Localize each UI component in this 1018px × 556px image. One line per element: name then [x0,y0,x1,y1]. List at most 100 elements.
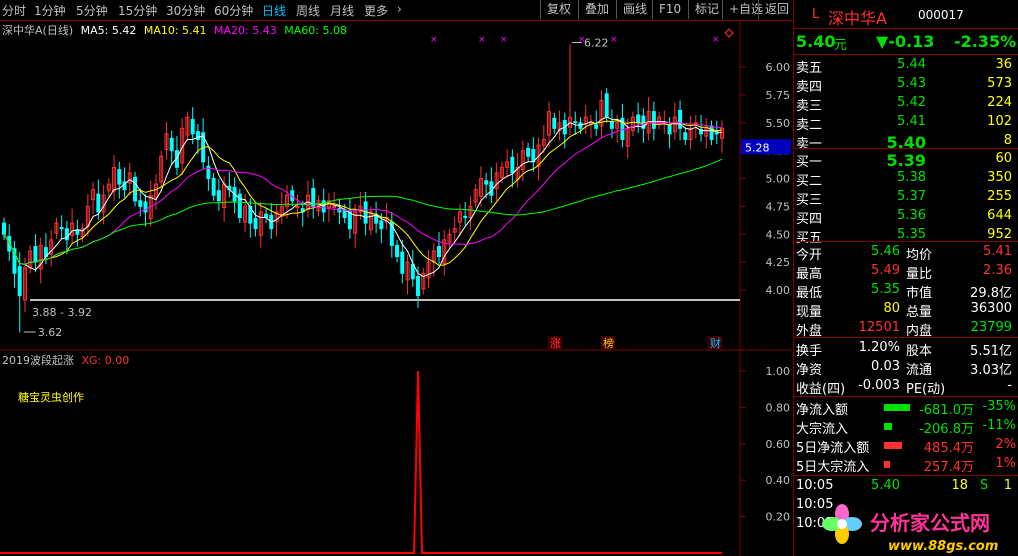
period-tab-2[interactable]: 5分钟 [76,2,108,19]
candle-body [463,215,468,219]
indicator-legend: 2019波段起涨 XG: 0.00 [2,352,129,368]
event-mark: 涨 [550,337,561,350]
candle-body [190,118,195,135]
period-tab-7[interactable]: 周线 [296,2,320,19]
period-tab-3[interactable]: 15分钟 [118,2,157,19]
period-tab-4[interactable]: 30分钟 [166,2,205,19]
ask-row: 卖五 5.44 36 [796,57,1012,76]
stat-row: 现量 80 总量 36300 [796,301,1012,320]
ask-row: 卖二 5.41 102 [796,114,1012,133]
period-tab-9[interactable]: 更多 [364,2,388,19]
indicator-tick: 0.80 [766,401,791,414]
candle-body [117,169,122,185]
signal-marker: × [430,35,438,45]
toolbar-button-2[interactable]: 画线 [616,0,653,19]
signal-marker: × [500,35,508,45]
candle-body [2,222,6,235]
toolbar-button-3[interactable]: F10 [652,0,687,19]
period-tab-8[interactable]: 月线 [330,2,354,19]
candle-body [410,263,415,280]
toolbar-button-4[interactable]: 标记 [688,0,725,19]
price-tick: 4.50 [766,228,791,241]
watermark-logo: 分析家公式网 www.88gs.com [822,504,998,554]
kline-chart[interactable]: 6.005.755.505.255.004.754.504.254.005.28… [0,21,792,556]
candle-body [379,220,384,230]
candle-body [709,125,714,140]
price-tick: 5.50 [766,117,791,130]
ask-row: 卖四 5.43 573 [796,76,1012,95]
flow-bar [884,461,890,468]
candle-body [216,190,221,202]
signal-marker: × [478,35,486,45]
event-mark: 财 [710,336,721,350]
stat2-row: 净资 0.03 流通 3.03亿 [796,359,1012,378]
candle-body [133,176,138,202]
xg-label: XG: 0.00 [81,354,130,367]
toolbar-button-6[interactable]: 返回 [758,0,795,19]
stat-row: 今开 5.46 均价 5.41 [796,244,1012,263]
candle-body [484,180,489,185]
watermark-url: www.88gs.com [888,539,998,554]
signal-marker: × [578,35,586,45]
stat-row: 最高 5.49 量比 2.36 [796,263,1012,282]
ma10-label: MA10: 5.41 [143,24,207,37]
bid-row: 买二 5.38 350 [796,170,1012,189]
ma60-label: MA60: 5.08 [284,24,347,37]
xg-line [0,370,722,554]
ma5-label: MA5: 5.42 [80,24,137,37]
price-unit: 元 [834,38,848,53]
flow-bar [884,442,902,449]
candle-body [636,114,641,124]
indicator-note: 糖宝灵虫创作 [18,391,84,404]
candle-body [683,132,688,140]
indicator-name: 2019波段起涨 [2,354,74,367]
flow-row: 大宗流入 -206.8万 -11% [796,418,1016,437]
candle-body [678,109,683,129]
candle-body [96,193,101,213]
ma20-label: MA20: 5.43 [214,24,277,37]
bid-row: 买四 5.36 644 [796,208,1012,227]
price-tick: 5.00 [766,173,791,186]
candle-body [436,246,441,258]
candle-body [33,246,38,263]
stat-row: 最低 5.35 市值 29.8亿 [796,282,1012,301]
price-tick: 4.25 [766,256,791,269]
candle-body [195,131,200,140]
indicator-tick: 0.40 [766,474,791,487]
high-label: 6.22 [584,36,609,49]
candle-body [395,244,400,258]
indicator-tick: 0.60 [766,438,791,451]
candle-body [17,266,22,297]
price-tick: 4.75 [766,200,791,213]
stat2-row: 收益(四) -0.003 PE(动) - [796,378,1012,397]
current-price-tag: 5.28 [745,141,770,154]
indicator-tick: 0.20 [766,511,791,524]
candle-body [604,93,609,118]
toolbar-button-1[interactable]: 叠加 [578,0,615,19]
candle-body [138,200,143,207]
event-mark: 榜 [603,336,614,350]
period-tab-6[interactable]: 日线 [262,2,286,19]
indicator-tick: 1.00 [766,365,791,378]
candle-body [59,227,64,230]
toolbar-button-0[interactable]: 复权 [540,0,577,19]
stat2-row: 换手 1.20% 股本 5.51亿 [796,340,1012,359]
flow-row: 5日大宗流入 257.4万 1% [796,456,1016,475]
candle-body [169,137,174,152]
candle-body [667,124,672,135]
low-label: 3.62 [38,326,63,339]
stat-row: 外盘 12501 内盘 23799 [796,320,1012,339]
candle-body [651,111,656,129]
period-tab-0[interactable]: 分时 [2,2,26,19]
candle-body [714,132,719,135]
period-tab-5[interactable]: 60分钟 [214,2,253,19]
more-arrow-icon[interactable]: › [397,2,402,16]
candle-body [594,124,599,129]
price-tick: 5.75 [766,89,791,102]
period-toolbar: 分时 1分钟 5分钟 15分钟 30分钟 60分钟 日线 周线 月线 更多 › 复权 叠加 画线 F10… [0,0,792,21]
period-tab-1[interactable]: 1分钟 [34,2,66,19]
flow-bar [884,404,910,411]
price-tick: 6.00 [766,61,791,74]
price-change-pct: -2.35% [954,32,1017,51]
candle-body [552,117,557,129]
